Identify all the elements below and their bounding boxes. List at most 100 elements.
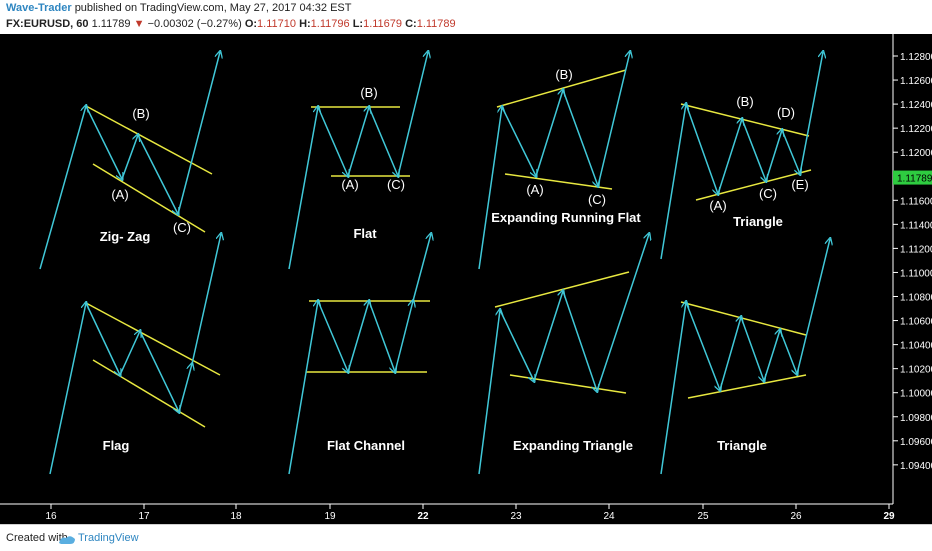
- wave-arrow: [317, 106, 348, 176]
- wave-arrow: [562, 89, 598, 186]
- price-tick-label: 1.12000: [900, 148, 932, 159]
- wave-label: (E): [791, 177, 808, 192]
- price-tick-label: 1.11400: [900, 220, 932, 231]
- down-arrow-icon: ▼: [133, 18, 145, 30]
- symbol-label: FX:EURUSD, 60: [6, 18, 89, 30]
- wave-arrow: [85, 302, 120, 375]
- wave-arrow: [191, 234, 221, 365]
- wave-arrow: [394, 301, 413, 373]
- wave-arrow: [368, 106, 398, 176]
- price-tick-label: 1.09800: [900, 413, 932, 424]
- price-axis[interactable]: 1.128001.126001.124001.122001.120001.118…: [893, 52, 932, 472]
- price-tick-label: 1.10400: [900, 341, 932, 352]
- pattern-group: Flat Channel: [288, 234, 431, 475]
- wave-arrow: [765, 130, 782, 182]
- wave-arrow: [596, 234, 649, 392]
- wave-arrow: [719, 317, 741, 391]
- wave-arrow: [478, 310, 500, 475]
- pattern-group: (A) (B) (C) (D) (E) Triangle: [660, 52, 823, 260]
- wave-arrow: [685, 301, 720, 390]
- price-tick-label: 1.10200: [900, 365, 932, 376]
- wave-label: (D): [777, 105, 795, 120]
- wave-arrow: [660, 302, 686, 475]
- wave-arrow: [85, 105, 122, 179]
- chart-svg[interactable]: (A) (B) (C) Zig- Zag (A) (B) (C) Flat (A) (B) (C) E…: [0, 34, 932, 524]
- chart-area[interactable]: (A) (B) (C) Zig- Zag (A) (B) (C) Flat (A) (B) (C) E…: [0, 34, 932, 524]
- price-tick-label: 1.10600: [900, 317, 932, 328]
- wave-arrow: [137, 134, 178, 214]
- wave-arrow: [499, 309, 534, 381]
- pattern-title: Zig- Zag: [100, 229, 151, 244]
- author-link[interactable]: Wave-Trader: [6, 2, 72, 14]
- wave-label: (B): [360, 85, 377, 100]
- wave-arrow: [121, 135, 138, 180]
- wave-arrow: [412, 234, 431, 302]
- wave-arrow: [796, 239, 830, 375]
- wave-arrow: [717, 119, 742, 195]
- wave-arrow: [660, 104, 686, 260]
- tradingview-brand[interactable]: TradingView: [78, 532, 139, 544]
- current-price-label: 1.11789: [897, 174, 932, 185]
- wave-arrow: [740, 316, 764, 381]
- high-value: 1.11796: [310, 18, 350, 30]
- pattern-group: Expanding Triangle: [478, 234, 649, 475]
- wave-arrow: [368, 300, 395, 372]
- wave-arrow: [347, 107, 369, 177]
- pattern-title: Flat Channel: [327, 438, 405, 453]
- price-tick-label: 1.10000: [900, 389, 932, 400]
- boundary-line: [494, 271, 630, 308]
- wave-arrow: [177, 52, 220, 215]
- wave-label: (B): [555, 67, 572, 82]
- pattern-group: (A) (B) (C) Expanding Running Flat: [478, 52, 641, 270]
- boundary-line: [687, 374, 807, 399]
- wave-arrow: [781, 129, 800, 174]
- wave-arrow: [597, 52, 630, 187]
- close-value: 1.11789: [416, 18, 456, 30]
- close-label: C:: [405, 18, 417, 30]
- time-tick-label: 18: [230, 511, 242, 522]
- published-text: published on TradingView.com, May 27, 20…: [74, 2, 352, 14]
- wave-arrow: [562, 290, 597, 391]
- time-tick-label: 25: [697, 511, 709, 522]
- wave-arrow: [501, 106, 536, 176]
- pattern-group: Triangle: [660, 239, 830, 475]
- wave-arrow: [178, 364, 192, 413]
- pattern-title: Flat: [353, 226, 377, 241]
- wave-label: (C): [588, 192, 606, 207]
- footer: Created with TradingView: [0, 524, 932, 551]
- wave-arrow: [119, 331, 140, 376]
- time-axis[interactable]: 16 17 18 19 22 23 24 25 26 29: [45, 504, 895, 522]
- wave-arrow: [317, 300, 348, 372]
- wave-arrow: [799, 52, 823, 175]
- price-change: −0.00302 (−0.27%): [147, 18, 242, 30]
- boundary-line: [680, 301, 807, 336]
- time-tick-label: 29: [883, 511, 895, 522]
- open-value: 1.11710: [257, 18, 296, 30]
- wave-arrow: [49, 303, 86, 475]
- wave-arrow: [779, 329, 797, 374]
- time-tick-label: 24: [603, 511, 615, 522]
- pattern-title: Triangle: [733, 214, 783, 229]
- wave-arrow: [478, 107, 502, 270]
- price-tick-label: 1.09600: [900, 437, 932, 448]
- price-tick-label: 1.10800: [900, 293, 932, 304]
- time-tick-label: 16: [45, 511, 57, 522]
- wave-label: (A): [111, 187, 128, 202]
- boundary-line: [92, 359, 206, 428]
- open-label: O:: [244, 18, 258, 30]
- wave-label: (B): [132, 106, 149, 121]
- time-tick-label: 19: [324, 511, 336, 522]
- pattern-title: Expanding Running Flat: [491, 210, 641, 225]
- time-tick-label: 26: [790, 511, 802, 522]
- wave-arrow: [763, 330, 780, 382]
- price-tick-label: 1.12800: [900, 52, 932, 63]
- pattern-group: Flag: [49, 234, 221, 475]
- low-value: 1.11679: [363, 18, 403, 30]
- wave-label: (C): [173, 220, 191, 235]
- price-tick-label: 1.11200: [900, 244, 932, 255]
- wave-label: (B): [736, 94, 753, 109]
- time-tick-label: 22: [417, 511, 429, 522]
- price-tick-label: 1.11600: [900, 196, 932, 207]
- price-tick-label: 1.11000: [900, 268, 932, 279]
- boundary-line: [85, 302, 221, 376]
